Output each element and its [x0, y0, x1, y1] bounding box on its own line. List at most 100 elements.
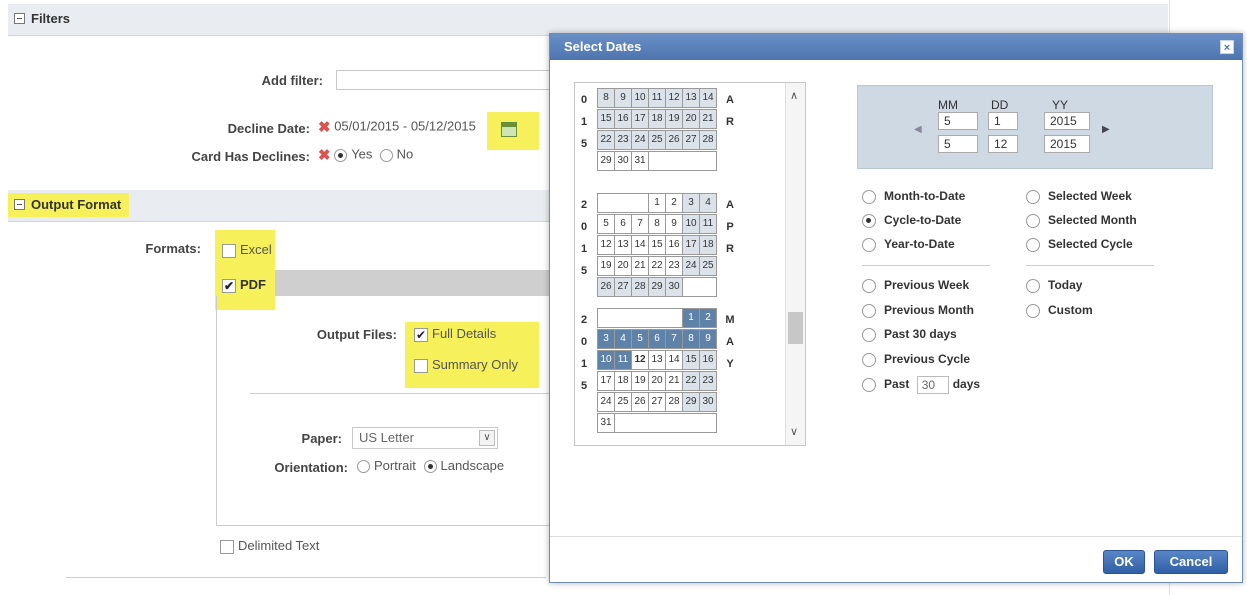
- day-cell[interactable]: 14: [665, 350, 683, 370]
- day-cell[interactable]: 11: [699, 214, 717, 234]
- day-cell[interactable]: 11: [614, 350, 632, 370]
- day-cell[interactable]: 17: [631, 109, 649, 129]
- day-cell[interactable]: 15: [648, 235, 666, 255]
- selected-week-option[interactable]: Selected Week: [1026, 189, 1132, 204]
- day-cell[interactable]: 31: [631, 151, 649, 171]
- day-cell[interactable]: 28: [665, 392, 683, 412]
- day-cell[interactable]: 23: [699, 371, 717, 391]
- month-to-date-option[interactable]: Month-to-Date: [862, 189, 965, 204]
- full-details-option[interactable]: ✔ Full Details: [414, 326, 496, 342]
- day-cell[interactable]: 10: [631, 88, 649, 108]
- day-cell[interactable]: 29: [682, 392, 700, 412]
- portrait-radio[interactable]: [357, 460, 370, 474]
- day-cell[interactable]: 26: [665, 130, 683, 150]
- day-cell[interactable]: 5: [631, 329, 649, 349]
- day-cell[interactable]: 18: [614, 371, 632, 391]
- day-cell[interactable]: 21: [699, 109, 717, 129]
- radio-button[interactable]: [1026, 278, 1040, 293]
- day-cell[interactable]: 26: [597, 277, 615, 297]
- radio-button[interactable]: [1026, 237, 1040, 252]
- day-cell[interactable]: 22: [682, 371, 700, 391]
- day-cell[interactable]: 18: [648, 109, 666, 129]
- day-cell[interactable]: 21: [631, 256, 649, 276]
- day-cell[interactable]: 8: [648, 214, 666, 234]
- to-day-input[interactable]: 12: [988, 135, 1018, 153]
- today-option[interactable]: Today: [1026, 278, 1082, 293]
- day-cell[interactable]: 3: [597, 329, 615, 349]
- day-cell[interactable]: 4: [614, 329, 632, 349]
- day-cell[interactable]: 13: [614, 235, 632, 255]
- radio-button[interactable]: [862, 303, 876, 318]
- day-cell[interactable]: 25: [614, 392, 632, 412]
- to-year-input[interactable]: 2015: [1044, 135, 1090, 153]
- day-cell[interactable]: 6: [648, 329, 666, 349]
- day-cell[interactable]: 3: [682, 193, 700, 213]
- day-cell[interactable]: 20: [614, 256, 632, 276]
- summary-only-option[interactable]: Summary Only: [414, 357, 518, 373]
- day-cell[interactable]: 27: [682, 130, 700, 150]
- day-cell[interactable]: 24: [597, 392, 615, 412]
- day-cell[interactable]: 13: [682, 88, 700, 108]
- full-details-checkbox[interactable]: ✔: [414, 327, 428, 342]
- selected-cycle-option[interactable]: Selected Cycle: [1026, 237, 1133, 252]
- day-cell[interactable]: 30: [614, 151, 632, 171]
- remove-icon[interactable]: ✖: [318, 147, 331, 164]
- day-cell[interactable]: 4: [699, 193, 717, 213]
- day-cell[interactable]: 9: [699, 329, 717, 349]
- delimited-text-option[interactable]: Delimited Text: [220, 538, 319, 554]
- custom-option[interactable]: Custom: [1026, 303, 1093, 318]
- filters-section-header[interactable]: Filters: [8, 4, 1168, 36]
- day-cell[interactable]: 7: [665, 329, 683, 349]
- day-cell[interactable]: 21: [665, 371, 683, 391]
- day-cell[interactable]: 24: [631, 130, 649, 150]
- day-cell[interactable]: 19: [631, 371, 649, 391]
- day-cell[interactable]: 13: [648, 350, 666, 370]
- yes-radio[interactable]: [334, 148, 348, 162]
- day-cell[interactable]: 1: [648, 193, 666, 213]
- radio-button[interactable]: [862, 278, 876, 293]
- to-month-input[interactable]: 5: [938, 135, 978, 153]
- pdf-option[interactable]: ✔ PDF: [222, 277, 266, 293]
- landscape-radio[interactable]: [423, 460, 437, 474]
- day-cell[interactable]: 27: [614, 277, 632, 297]
- day-cell[interactable]: 23: [614, 130, 632, 150]
- excel-checkbox[interactable]: [222, 243, 236, 258]
- from-month-input[interactable]: 5: [938, 112, 978, 130]
- radio-button[interactable]: [862, 213, 876, 228]
- from-year-input[interactable]: 2015: [1044, 112, 1090, 130]
- day-cell[interactable]: 31: [597, 413, 615, 433]
- ok-button[interactable]: OK: [1103, 550, 1145, 574]
- day-cell[interactable]: 1: [682, 308, 700, 328]
- day-cell[interactable]: 17: [682, 235, 700, 255]
- collapse-icon[interactable]: [14, 199, 25, 211]
- day-cell[interactable]: 30: [699, 392, 717, 412]
- day-cell[interactable]: 20: [682, 109, 700, 129]
- day-cell[interactable]: 28: [699, 130, 717, 150]
- cycle-to-date-option[interactable]: Cycle-to-Date: [862, 213, 961, 228]
- past-n-days-option[interactable]: Past 30 days: [862, 376, 980, 394]
- scroll-up-icon[interactable]: ∧: [790, 89, 798, 102]
- radio-button[interactable]: [862, 327, 876, 342]
- day-cell[interactable]: 6: [614, 214, 632, 234]
- day-cell[interactable]: 9: [614, 88, 632, 108]
- previous-month-option[interactable]: Previous Month: [862, 303, 974, 318]
- radio-button[interactable]: [862, 237, 876, 252]
- day-cell[interactable]: 30: [665, 277, 683, 297]
- day-cell[interactable]: 10: [597, 350, 615, 370]
- day-cell[interactable]: 10: [682, 214, 700, 234]
- day-cell[interactable]: 2: [699, 308, 717, 328]
- day-cell[interactable]: 20: [648, 371, 666, 391]
- calendar-icon[interactable]: [501, 122, 517, 137]
- pdf-checkbox[interactable]: ✔: [222, 278, 236, 293]
- radio-button[interactable]: [1026, 189, 1040, 204]
- day-cell[interactable]: 9: [665, 214, 683, 234]
- day-cell[interactable]: 14: [699, 88, 717, 108]
- delimited-text-checkbox[interactable]: [220, 539, 234, 554]
- day-cell[interactable]: 18: [699, 235, 717, 255]
- day-cell[interactable]: 25: [648, 130, 666, 150]
- day-cell[interactable]: 11: [648, 88, 666, 108]
- calendar-scroller[interactable]: 0 1 5 A R 8 9 10 11 12 13 14 15 16 17 18 19 20 21 22 23 24 25 2…: [574, 82, 806, 446]
- prev-arrow-icon[interactable]: ◀: [914, 124, 922, 135]
- day-cell[interactable]: 12: [665, 88, 683, 108]
- day-cell[interactable]: 12: [597, 235, 615, 255]
